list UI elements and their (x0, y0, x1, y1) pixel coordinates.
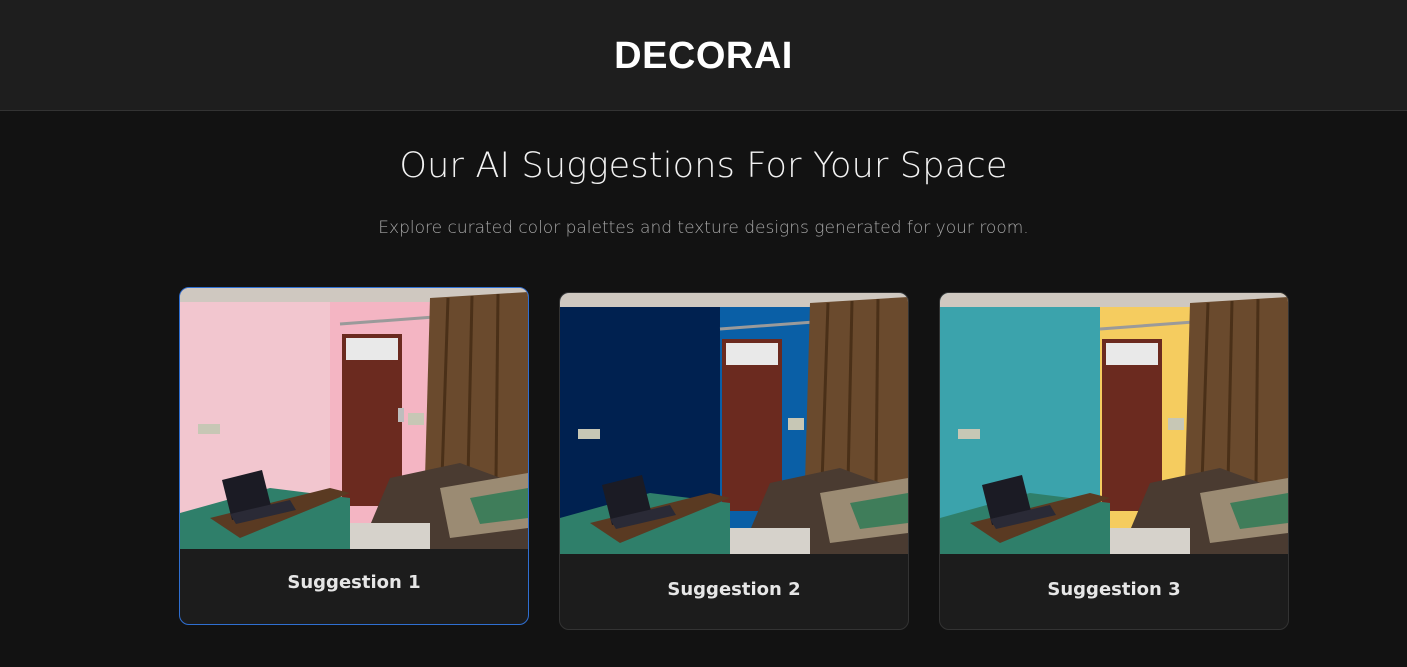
suggestion-label: Suggestion 3 (1047, 578, 1181, 600)
brand-logo[interactable]: DECORAI (614, 35, 793, 78)
suggestion-card-2[interactable]: Suggestion 2 (559, 292, 909, 630)
suggestion-card-1[interactable]: Suggestion 1 (179, 287, 529, 625)
page-title: Our AI Suggestions For Your Space (399, 146, 1008, 186)
suggestion-label: Suggestion 2 (667, 578, 801, 600)
suggestion-room-image (560, 293, 908, 554)
suggestion-label: Suggestion 1 (287, 571, 421, 593)
suggestion-room-image (940, 293, 1288, 554)
app-header: DECORAI (0, 0, 1407, 111)
suggestion-card-3[interactable]: Suggestion 3 (939, 292, 1289, 630)
page-subtitle: Explore curated color palettes and textu… (378, 218, 1029, 238)
suggestion-room-image (180, 288, 528, 549)
